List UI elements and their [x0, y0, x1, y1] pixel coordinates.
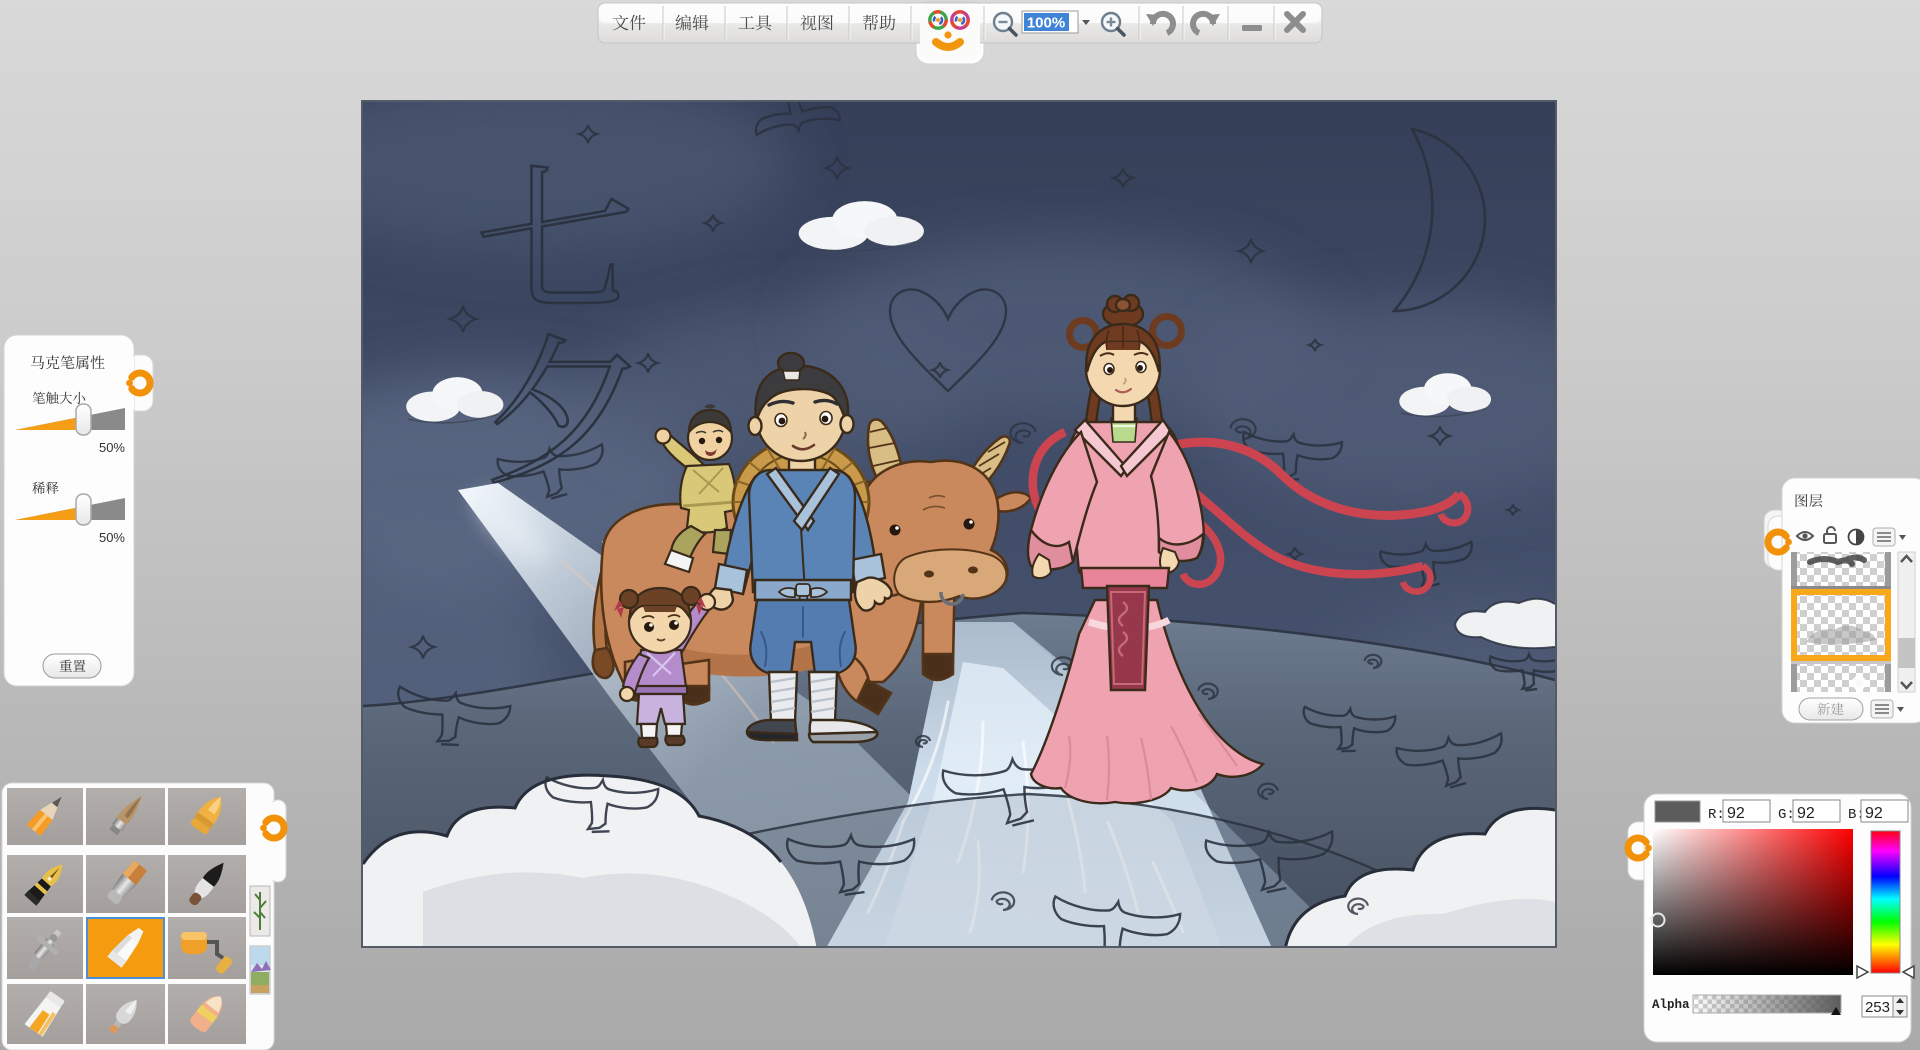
svg-text:92: 92: [1797, 805, 1815, 822]
svg-text:50%: 50%: [99, 440, 125, 455]
svg-text:100%: 100%: [1027, 15, 1065, 32]
svg-text:92: 92: [1865, 805, 1883, 822]
svg-text:92: 92: [1727, 805, 1745, 822]
svg-text:R:: R:: [1708, 807, 1725, 823]
svg-text:G:: G:: [1778, 807, 1795, 823]
svg-text:Alpha: Alpha: [1652, 998, 1690, 1012]
svg-text:50%: 50%: [99, 530, 125, 545]
svg-text:253: 253: [1865, 999, 1890, 1016]
